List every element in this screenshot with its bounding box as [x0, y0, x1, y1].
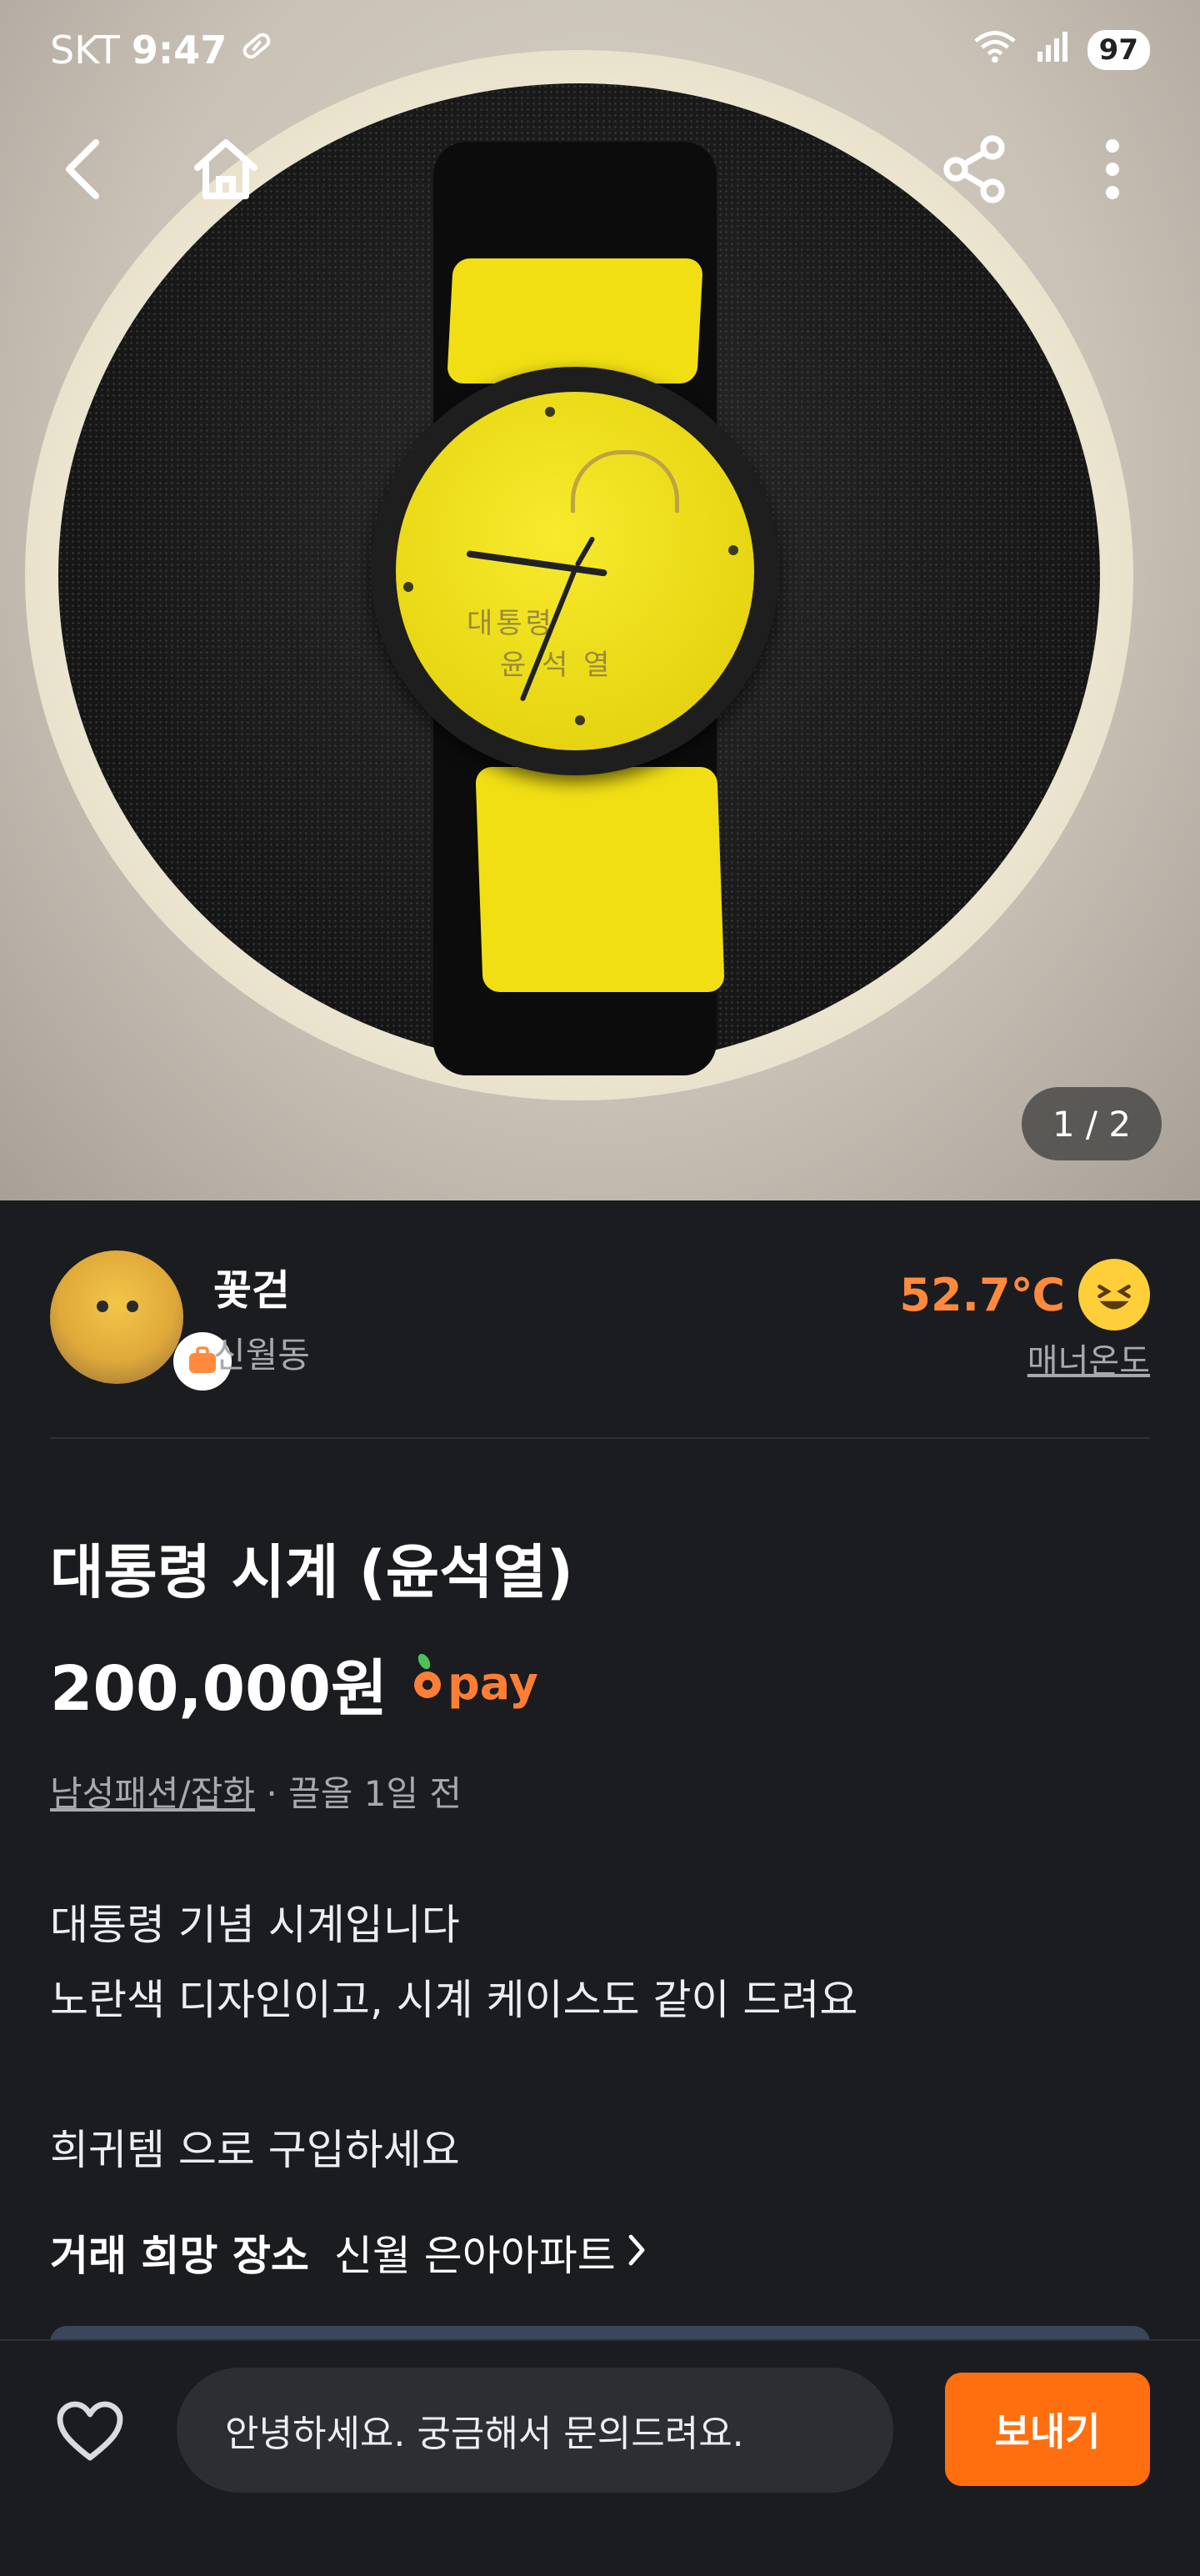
category-link[interactable]: 남성패션/잡화	[50, 1773, 255, 1814]
price-row: 200,000원 pay	[50, 1639, 538, 1728]
home-icon	[191, 134, 261, 208]
wifi-icon	[972, 28, 1018, 73]
home-button[interactable]	[188, 133, 263, 208]
heart-icon	[55, 2399, 125, 2466]
carrier: SKT	[50, 28, 120, 73]
manner-temperature: 52.7℃	[899, 1259, 1150, 1331]
temperature-value: 52.7℃	[899, 1268, 1065, 1321]
pay-label: pay	[448, 1657, 538, 1710]
description-line: 대통령 기념 시계입니다	[50, 1901, 460, 1949]
more-button[interactable]	[1075, 133, 1150, 208]
signal-icon	[1034, 28, 1071, 73]
pill-icon	[238, 28, 275, 73]
battery-indicator: 97	[1087, 30, 1150, 70]
back-button[interactable]	[47, 133, 122, 208]
image-counter: 1 / 2	[1022, 1087, 1162, 1160]
chevron-right-icon	[628, 2228, 646, 2277]
watch-strap-top	[447, 258, 703, 383]
laughing-emoji-icon	[1078, 1259, 1150, 1331]
bottom-action-bar: 안녕하세요. 궁금해서 문의드려요. 보내기	[0, 2339, 1200, 2576]
more-icon	[1104, 138, 1121, 204]
listing-description: 대통령 기념 시계입니다 노란색 디자인이고, 시계 케이스도 같이 드려요 희…	[50, 1887, 858, 2188]
avatar[interactable]	[50, 1250, 183, 1384]
share-icon	[941, 134, 1008, 208]
temperature-label[interactable]: 매너온도	[1028, 1334, 1150, 1382]
status-bar: SKT 9:47 97	[0, 0, 1200, 100]
meeting-place-value: 신월 은아아파트	[333, 2232, 616, 2280]
like-button[interactable]	[48, 2391, 132, 2474]
watch-strap-bottom	[475, 767, 725, 992]
product-image[interactable]: 대통령 윤 석 열 1 / 2	[0, 0, 1200, 1200]
listing-price: 200,000원	[50, 1653, 388, 1725]
listing-title: 대통령 시계 (윤석열)	[50, 1538, 573, 1606]
meeting-place-label: 거래 희망 장소	[50, 2232, 309, 2280]
back-icon	[59, 136, 109, 206]
send-button[interactable]: 보내기	[945, 2373, 1150, 2486]
description-line: 희귀템 으로 구입하세요	[50, 2126, 460, 2174]
listing-meta: 남성패션/잡화 · 끌올 1일 전	[50, 1766, 462, 1817]
seller-profile[interactable]: 꽃걷 신월동 52.7℃ 매너온도	[50, 1250, 1150, 1391]
divider	[50, 1437, 1150, 1439]
description-line: 노란색 디자인이고, 시계 케이스도 같이 드려요	[50, 1976, 858, 2024]
meeting-place-row[interactable]: 거래 희망 장소 신월 은아아파트	[50, 2223, 646, 2283]
share-button[interactable]	[937, 133, 1012, 208]
seller-name: 꽃걷	[213, 1266, 290, 1315]
description-line	[50, 2037, 858, 2112]
pay-badge: pay	[411, 1653, 538, 1714]
clock: 9:47	[131, 28, 228, 73]
carrot-icon	[411, 1653, 444, 1714]
time-info: · 끌올 1일 전	[266, 1773, 462, 1814]
seller-location: 신월동	[213, 1335, 310, 1376]
chat-message-input[interactable]: 안녕하세요. 궁금해서 문의드려요.	[177, 2368, 893, 2493]
